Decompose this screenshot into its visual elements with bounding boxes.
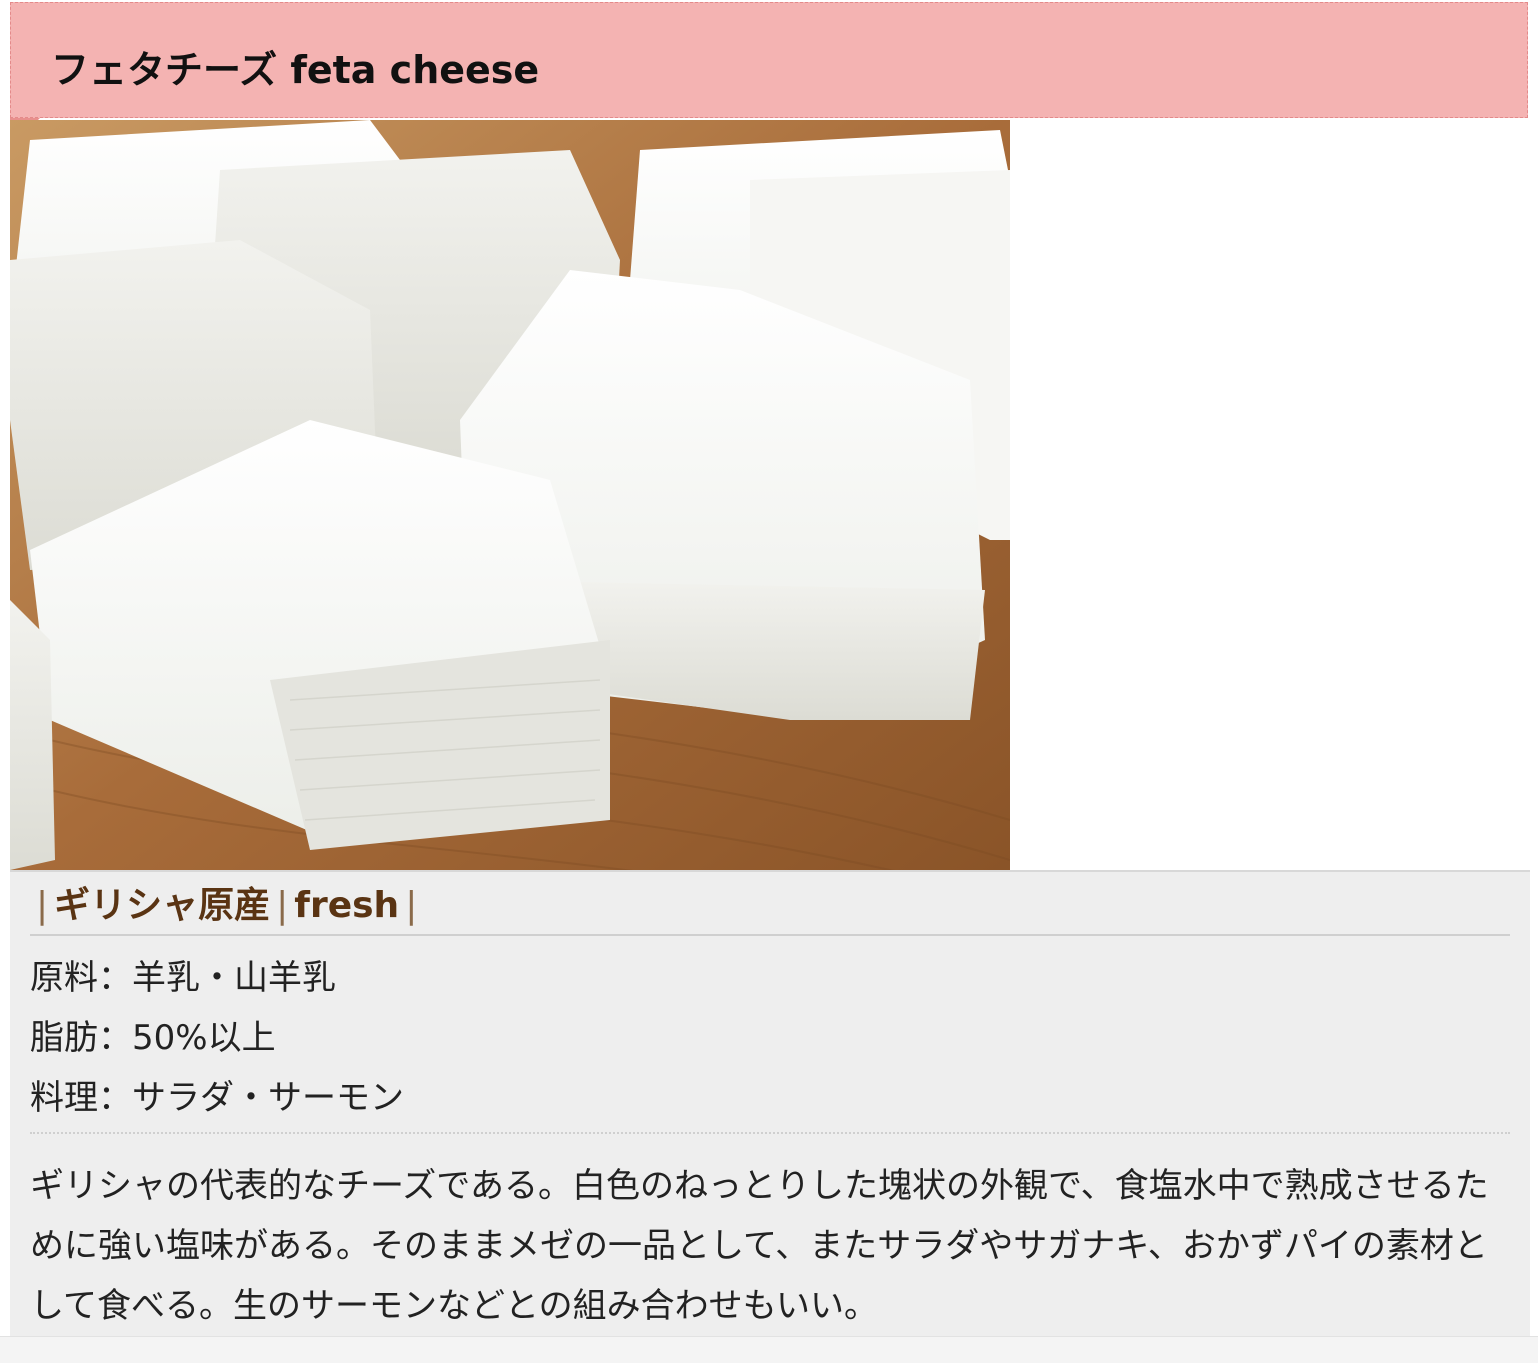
spec-value: 50%以上 [132,1018,276,1058]
spec-value: サラダ・サーモン [132,1078,404,1118]
tag-type: fresh [294,885,400,926]
tag-separator: | [276,885,289,926]
spec-fat: 脂肪：50%以上 [30,1018,276,1058]
spec-value: 羊乳・山羊乳 [132,958,336,998]
tag-origin: ギリシャ原産 [54,885,271,926]
page-bottom-strip [0,1336,1538,1363]
spec-colon: ： [98,1078,132,1118]
spec-label: 料理 [30,1078,98,1118]
cheese-title: フェタチーズ feta cheese [51,48,540,92]
spec-colon: ： [98,958,132,998]
dotted-divider [30,1132,1510,1134]
cheese-info-box: | ギリシャ原産 | fresh | 原料：羊乳・山羊乳 脂肪：50%以上 料理：サラダ… [10,870,1530,1336]
spec-label: 原料 [30,958,98,998]
feta-cheese-photo [10,120,1010,870]
spec-ingredients: 原料：羊乳・山羊乳 [30,958,336,998]
tag-separator: | [36,885,49,926]
cheese-description: ギリシャの代表的なチーズである。白色のねっとりした塊状の外観で、食塩水中で熟成さ… [30,1166,1489,1326]
spec-dishes: 料理：サラダ・サーモン [30,1078,404,1118]
page: フェタチーズ feta cheese | ギリシャ原産 | fresh | 原料… [0,0,1538,1363]
spec-label: 脂肪 [30,1018,98,1058]
cheese-heading-banner: フェタチーズ feta cheese [10,2,1528,118]
cheese-tags: | ギリシャ原産 | fresh | [30,880,1510,936]
spec-colon: ： [98,1018,132,1058]
cheese-image [10,120,1010,870]
tag-separator: | [405,885,418,926]
